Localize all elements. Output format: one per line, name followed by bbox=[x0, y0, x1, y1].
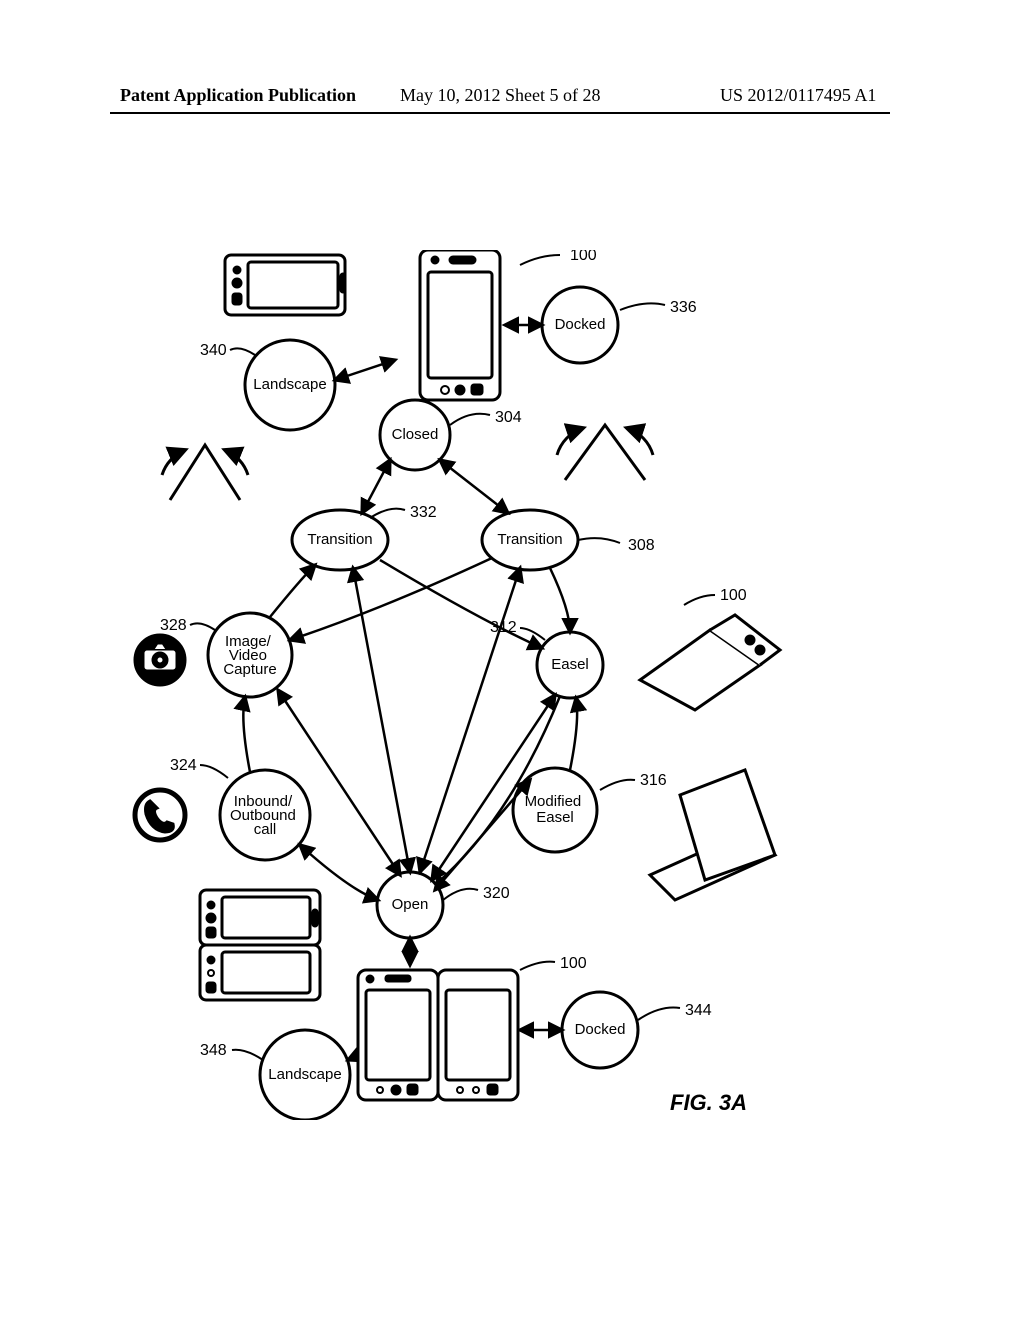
phone-modified-easel-icon bbox=[650, 770, 775, 900]
svg-text:348: 348 bbox=[200, 1042, 227, 1059]
svg-text:Landscape: Landscape bbox=[253, 376, 326, 393]
svg-text:340: 340 bbox=[200, 342, 227, 359]
svg-text:312: 312 bbox=[490, 619, 517, 636]
svg-text:Docked: Docked bbox=[575, 1021, 626, 1038]
header-rule bbox=[110, 112, 890, 114]
state-modified-easel: Modified Easel bbox=[513, 768, 597, 852]
svg-text:Open: Open bbox=[392, 896, 429, 913]
state-transition-right: Transition bbox=[482, 510, 578, 570]
state-diagram: Closed Docked Landscape Transition Trans… bbox=[100, 250, 800, 1120]
state-easel: Easel bbox=[537, 632, 603, 698]
svg-text:100: 100 bbox=[570, 250, 597, 264]
svg-text:320: 320 bbox=[483, 885, 510, 902]
svg-text:Transition: Transition bbox=[307, 531, 372, 548]
phone-open-portrait-icon bbox=[358, 970, 518, 1100]
state-closed: Closed bbox=[380, 400, 450, 470]
phone-closed-icon bbox=[420, 250, 500, 400]
header-right: US 2012/0117495 A1 bbox=[720, 85, 876, 106]
svg-text:100: 100 bbox=[560, 955, 587, 972]
camera-icon bbox=[135, 635, 185, 685]
hinge-opening-left-icon bbox=[162, 445, 248, 500]
state-open: Open bbox=[377, 872, 443, 938]
phone-call-icon bbox=[135, 790, 185, 840]
svg-text:316: 316 bbox=[640, 772, 667, 789]
svg-text:Landscape: Landscape bbox=[268, 1066, 341, 1083]
header-left: Patent Application Publication bbox=[120, 85, 356, 106]
svg-text:100: 100 bbox=[720, 587, 747, 604]
svg-text:308: 308 bbox=[628, 537, 655, 554]
state-call: Inbound/ Outbound call bbox=[220, 770, 310, 860]
state-landscape-bottom: Landscape bbox=[260, 1030, 350, 1120]
svg-text:Closed: Closed bbox=[392, 426, 439, 443]
svg-text:Easel: Easel bbox=[551, 656, 589, 673]
state-transition-left: Transition bbox=[292, 510, 388, 570]
svg-text:Image/ Video C: Image/ Video Capture bbox=[223, 633, 276, 678]
svg-text:Docked: Docked bbox=[555, 316, 606, 333]
phone-landscape-top-icon bbox=[225, 255, 345, 315]
svg-text:304: 304 bbox=[495, 409, 522, 426]
state-image-video: Image/ Video Capture bbox=[208, 613, 292, 697]
svg-text:332: 332 bbox=[410, 504, 437, 521]
hinge-opening-right-icon bbox=[557, 425, 653, 480]
svg-text:344: 344 bbox=[685, 1002, 712, 1019]
figure-label: FIG. 3A bbox=[670, 1090, 747, 1116]
state-docked-bottom: Docked bbox=[562, 992, 638, 1068]
phone-open-landscape-icon bbox=[200, 890, 320, 1000]
svg-text:Transition: Transition bbox=[497, 531, 562, 548]
page: Patent Application Publication May 10, 2… bbox=[0, 0, 1024, 1320]
state-landscape-top: Landscape bbox=[245, 340, 335, 430]
header-center: May 10, 2012 Sheet 5 of 28 bbox=[400, 85, 600, 106]
svg-text:328: 328 bbox=[160, 617, 187, 634]
svg-text:336: 336 bbox=[670, 299, 697, 316]
svg-text:324: 324 bbox=[170, 757, 197, 774]
phone-easel-icon bbox=[640, 615, 780, 710]
state-docked-top: Docked bbox=[542, 287, 618, 363]
